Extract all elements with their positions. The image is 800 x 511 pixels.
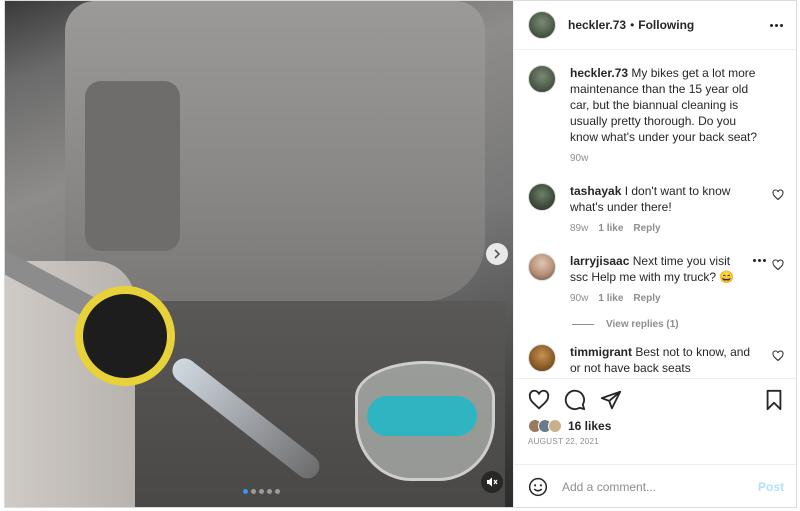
mute-icon <box>487 477 498 487</box>
heart-icon <box>772 350 784 362</box>
caption-body: heckler.73 My bikes get a lot more maint… <box>570 65 784 167</box>
caption-meta: 90w <box>570 151 762 167</box>
comment-age[interactable]: 90w <box>570 291 588 307</box>
post-comment-button[interactable]: Post <box>758 480 784 494</box>
more-icon <box>753 259 756 262</box>
comment-meta: 89w 1 like Reply <box>570 221 762 237</box>
view-replies-button[interactable]: View replies (1) <box>572 319 784 330</box>
more-icon <box>763 259 766 262</box>
blue-cloth <box>367 396 477 436</box>
heart-icon <box>772 189 784 201</box>
more-icon <box>770 23 773 27</box>
more-icon <box>775 23 778 27</box>
comment-username[interactable]: timmigrant <box>570 345 632 359</box>
caption-age[interactable]: 90w <box>570 151 588 167</box>
mute-button[interactable] <box>481 471 503 493</box>
save-icon <box>766 389 782 411</box>
comment-input[interactable] <box>562 480 758 494</box>
post-media-video[interactable] <box>5 1 513 507</box>
comment-body: timmigrant Best not to know, and or not … <box>570 344 784 376</box>
share-button[interactable] <box>600 389 622 411</box>
reply-button[interactable]: Reply <box>633 291 660 307</box>
comment-avatar[interactable] <box>528 183 556 211</box>
comment-button[interactable] <box>564 389 586 411</box>
likes-count[interactable]: 16 likes <box>568 419 611 433</box>
comment-username[interactable]: tashayak <box>570 184 621 198</box>
comment-like-button[interactable] <box>772 350 784 365</box>
post-date[interactable]: AUGUST 22, 2021 <box>528 437 784 446</box>
author-username[interactable]: heckler.73 <box>568 18 626 32</box>
more-icon <box>758 259 761 262</box>
follow-status-button[interactable]: Following <box>638 18 694 32</box>
save-button[interactable] <box>764 389 784 411</box>
heart-icon <box>772 259 784 271</box>
comment-item: timmigrant Best not to know, and or not … <box>528 344 784 376</box>
comment-likes[interactable]: 1 like <box>598 221 623 237</box>
author-avatar[interactable] <box>528 11 556 39</box>
comment-body: larryjisaac Next time you visit ssc Help… <box>570 253 784 307</box>
comment-item: larryjisaac Next time you visit ssc Help… <box>528 253 784 307</box>
more-icon <box>780 23 783 27</box>
carousel-dot <box>275 489 280 494</box>
post-side-panel: heckler.73 • Following heckler.73 My bik… <box>513 1 796 507</box>
more-options-button[interactable] <box>770 23 783 27</box>
post-modal: heckler.73 • Following heckler.73 My bik… <box>4 0 797 508</box>
view-replies-label: View replies (1) <box>606 319 679 330</box>
caption-username[interactable]: heckler.73 <box>570 66 628 80</box>
comment-meta: 90w 1 like Reply <box>570 291 748 307</box>
comment-age[interactable]: 89w <box>570 221 588 237</box>
comment-avatar[interactable] <box>528 253 556 281</box>
carousel-next-button[interactable] <box>486 243 508 265</box>
share-icon <box>600 390 622 410</box>
carousel-dot <box>259 489 264 494</box>
comment-username[interactable]: larryjisaac <box>570 254 629 268</box>
emoji-icon <box>528 477 548 497</box>
header-separator: • <box>630 18 635 32</box>
comment-composer: Post <box>514 464 796 507</box>
comment-like-button[interactable] <box>772 259 784 274</box>
carousel-dot <box>251 489 256 494</box>
view-replies-line <box>572 324 594 325</box>
like-button[interactable] <box>528 389 550 411</box>
liker-avatar <box>548 419 562 433</box>
next-arrow-icon <box>494 249 501 259</box>
comment-avatar[interactable] <box>528 344 556 372</box>
action-icons <box>528 389 784 411</box>
comment-body: tashayak I don't want to know what's und… <box>570 183 784 237</box>
carousel-dot <box>267 489 272 494</box>
carousel-indicator <box>243 489 280 494</box>
comments-list[interactable]: heckler.73 My bikes get a lot more maint… <box>514 51 796 377</box>
comment-icon <box>564 389 586 411</box>
carousel-dot <box>243 489 248 494</box>
likes-summary[interactable]: 16 likes <box>528 419 784 433</box>
heart-icon <box>528 389 550 410</box>
action-bar: 16 likes AUGUST 22, 2021 <box>514 378 796 446</box>
caption-avatar[interactable] <box>528 65 556 93</box>
comment-options-button[interactable] <box>753 259 766 262</box>
post-header: heckler.73 • Following <box>514 1 796 50</box>
spray-nozzle <box>75 286 175 386</box>
emoji-button[interactable] <box>528 477 548 497</box>
comment-item: tashayak I don't want to know what's und… <box>528 183 784 237</box>
car-trim-inset <box>85 81 180 251</box>
comment-like-button[interactable] <box>772 189 784 204</box>
comment-likes[interactable]: 1 like <box>598 291 623 307</box>
caption: heckler.73 My bikes get a lot more maint… <box>528 65 784 167</box>
reply-button[interactable]: Reply <box>633 221 660 237</box>
